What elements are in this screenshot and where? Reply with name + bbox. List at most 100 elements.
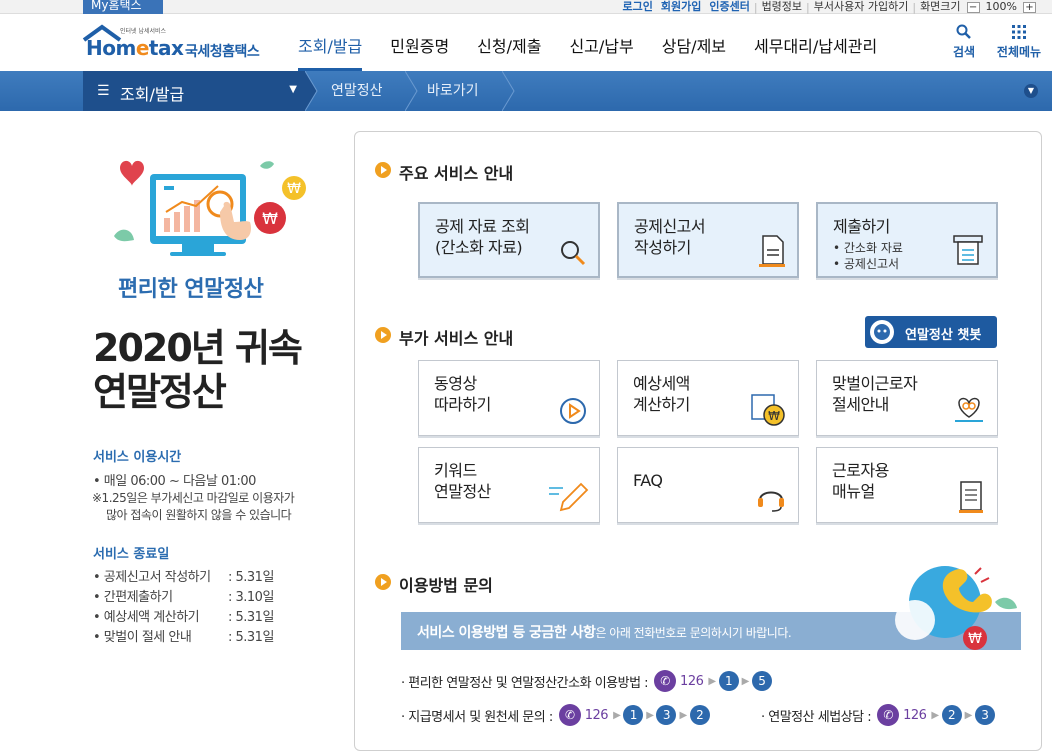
phone-withholding-label: · 지급명세서 및 원천세 문의 :: [401, 709, 553, 725]
extra-services-heading: 부가 서비스 안내: [399, 329, 514, 348]
list-item: • 예상세액 계산하기: 5.31일: [93, 610, 274, 625]
deduction-form-write-button[interactable]: 공제신고서 작성하기: [617, 202, 799, 278]
nav-consult-tip[interactable]: 상담/제보: [662, 14, 726, 71]
utility-bar: My홈택스 로그인 회원가입 인증센터 | 법령정보 | 부서사용자 가입하기 …: [0, 0, 1052, 14]
faq-button[interactable]: FAQ: [617, 447, 799, 523]
chatbot-button[interactable]: 연말정산 챗봇: [865, 316, 997, 348]
grid-menu-icon: [1012, 25, 1026, 39]
all-menu-label: 전체메뉴: [996, 45, 1042, 59]
chevron-right-icon: [502, 71, 515, 111]
calculator-money-icon: ₩: [751, 394, 785, 426]
search-button[interactable]: 검색: [948, 24, 980, 60]
svg-text:₩: ₩: [768, 409, 780, 423]
step-number: 2: [941, 705, 962, 725]
tray-document-icon: [953, 235, 983, 265]
magnifier-icon: [561, 241, 586, 266]
hamburger-icon: ☰: [97, 83, 110, 99]
nav-inquiry-issue[interactable]: 조회/발급: [298, 14, 363, 71]
headset-icon: [758, 491, 784, 512]
law-info-link[interactable]: 법령정보: [758, 1, 806, 12]
step-number: 1: [718, 671, 739, 691]
service-card: 주요 서비스 안내 공제 자료 조회 (간소화 자료) 공제신고서 작성하기 제출하…: [354, 131, 1042, 751]
svg-text:₩: ₩: [262, 209, 278, 228]
document-icon: [759, 235, 785, 267]
arrow-right-icon: ▶: [646, 709, 654, 721]
all-menu-button[interactable]: 전체메뉴: [992, 24, 1046, 60]
list-item: • 공제신고서 작성하기: 5.31일: [93, 570, 274, 585]
tax-estimate-button[interactable]: 예상세액 계산하기 ₩: [617, 360, 799, 436]
step-number: 3: [974, 705, 995, 725]
phone-icon: ✆: [558, 704, 581, 726]
screen-size-label: 화면크기: [920, 0, 961, 13]
step-number: 1: [623, 705, 644, 725]
category-dropdown[interactable]: ☰ 조회/발급 ▼: [83, 71, 305, 111]
breadcrumb-year-end-settlement[interactable]: 연말정산: [331, 71, 383, 111]
tagline: 편리한 연말정산: [118, 277, 264, 302]
list-item: • 맞벌이 절세 안내: 5.31일: [93, 630, 274, 645]
expand-down-icon[interactable]: ▼: [1024, 84, 1038, 98]
svg-text:₩: ₩: [968, 631, 982, 647]
logo-brand: Hometax: [86, 36, 184, 60]
bullet-play-icon: [375, 574, 391, 590]
chevron-right-icon: [305, 71, 318, 111]
logo-name: 국세청홈택스: [185, 44, 260, 60]
chatbot-icon: [870, 320, 894, 344]
dual-income-guide-button[interactable]: 맞벌이근로자 절세안내: [816, 360, 998, 436]
page-title: 2020년 귀속 연말정산: [93, 326, 303, 414]
manual-icon: [959, 481, 983, 513]
utility-links: 로그인 회원가입 인증센터 | 법령정보 | 부서사용자 가입하기 | 화면크기…: [619, 0, 1039, 14]
arrow-right-icon: ▶: [931, 709, 939, 721]
left-panel: ₩ ₩ 편리한 연말정산 2020년 귀속 연말정산 서비스 이용시간 • 매일…: [0, 111, 352, 742]
heart-hand-icon: [955, 397, 983, 422]
arrow-right-icon: ▶: [964, 709, 973, 721]
arrow-right-icon: ▶: [613, 709, 621, 721]
breadcrumb-shortcut[interactable]: 바로가기: [427, 71, 479, 111]
deduction-data-lookup-button[interactable]: 공제 자료 조회 (간소화 자료): [418, 202, 600, 278]
svg-text:₩: ₩: [287, 181, 301, 197]
nav-tax-agent[interactable]: 세무대리/납세관리: [754, 14, 877, 71]
phone-guide-label: · 편리한 연말정산 및 연말정산간소화 이용방법 :: [401, 675, 649, 691]
my-hometax-tab[interactable]: My홈택스: [83, 0, 163, 14]
search-label: 검색: [952, 45, 976, 59]
step-number: 3: [656, 705, 677, 725]
search-icon: [956, 24, 971, 39]
play-icon: [560, 398, 586, 424]
list-item: • 간편제출하기: 3.10일: [93, 590, 274, 605]
hometax-logo[interactable]: 인터넷 납세서비스 Hometax 국세청홈택스: [82, 24, 272, 64]
monitor-illustration: ₩ ₩: [114, 160, 306, 256]
video-guide-button[interactable]: 동영상 따라하기: [418, 360, 600, 436]
zoom-in-button[interactable]: +: [1023, 1, 1036, 13]
worker-manual-button[interactable]: 근로자용 매뉴얼: [816, 447, 998, 523]
signup-link[interactable]: 회원가입: [657, 1, 705, 12]
caret-down-icon: ▼: [289, 84, 297, 95]
phone-icon: ✆: [877, 704, 900, 726]
nav-civil-certificate[interactable]: 민원증명: [390, 14, 449, 71]
bullet-play-icon: [375, 162, 391, 178]
chevron-right-icon: [405, 71, 418, 111]
step-number: 5: [751, 671, 772, 691]
arrow-right-icon: ▶: [741, 675, 750, 687]
phone-support-illustration: ₩: [895, 566, 1017, 650]
header: 인터넷 납세서비스 Hometax 국세청홈택스 조회/발급 민원증명 신청/제…: [0, 14, 1052, 71]
login-link[interactable]: 로그인: [619, 1, 657, 12]
submit-button[interactable]: 제출하기 • 간소화 자료 • 공제신고서: [816, 202, 998, 278]
category-label: 조회/발급: [120, 85, 185, 104]
nav-report-pay[interactable]: 신고/납부: [569, 14, 633, 71]
step-number: 2: [689, 705, 710, 725]
phone-tax-law-label: · 연말정산 세법상담 :: [761, 709, 872, 725]
nav-apply-submit[interactable]: 신청/제출: [477, 14, 541, 71]
zoom-out-button[interactable]: −: [966, 1, 980, 13]
arrow-right-icon: ▶: [679, 709, 687, 721]
zoom-level: 100%: [985, 0, 1017, 13]
keyword-settlement-button[interactable]: 키워드 연말정산: [418, 447, 600, 523]
cert-center-link[interactable]: 인증센터: [705, 1, 753, 12]
breadcrumb: ☰ 조회/발급 ▼ 연말정산 바로가기 ▼: [0, 71, 1052, 111]
phone-number: 126: [584, 707, 609, 723]
pencil-icon: [549, 482, 589, 512]
bullet-play-icon: [375, 327, 391, 343]
phone-tax-law-line: · 연말정산 세법상담 : ✆ 126 ▶ 2 ▶ 3: [761, 704, 995, 726]
dept-user-signup-link[interactable]: 부서사용자 가입하기: [810, 1, 913, 12]
service-hours-heading: 서비스 이용시간: [93, 450, 182, 465]
phone-withholding-line: · 지급명세서 및 원천세 문의 : ✆ 126 ▶ 1 ▶ 3 ▶ 2: [401, 704, 710, 726]
phone-icon: ✆: [654, 670, 677, 692]
